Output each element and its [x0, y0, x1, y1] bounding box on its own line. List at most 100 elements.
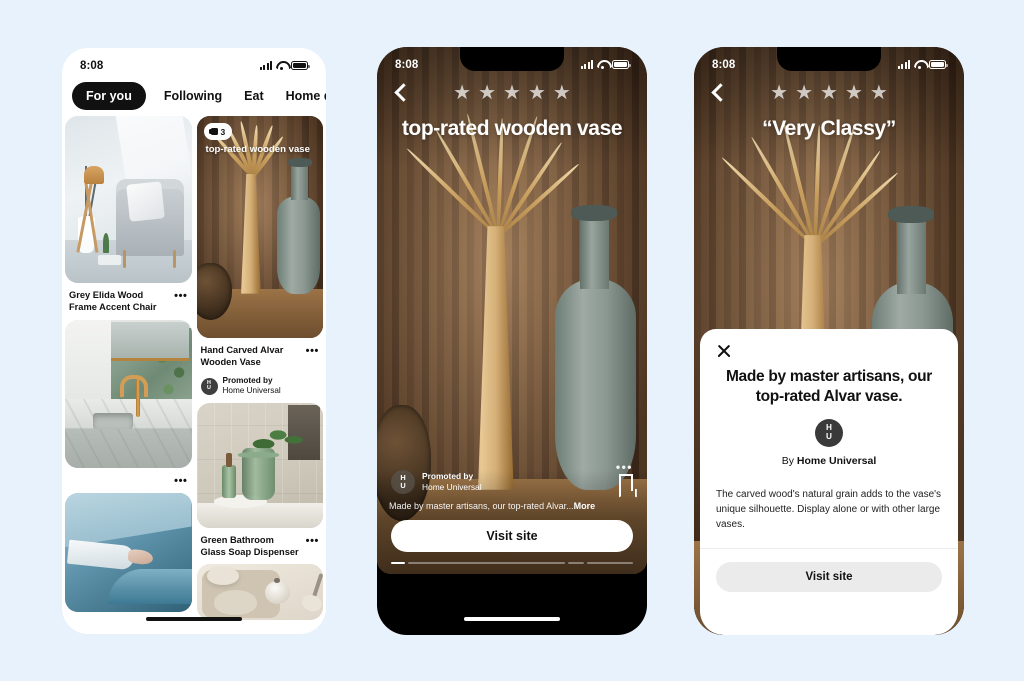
screenshot-stage: 8:08 For you Following Eat Home decor	[0, 0, 1024, 681]
product-detail-card[interactable]: Made by master artisans, our top-rated A…	[700, 329, 958, 635]
pin-card[interactable]	[196, 564, 323, 621]
pin-image-blue-pool[interactable]	[65, 492, 192, 612]
star-icon: ★	[795, 82, 814, 104]
battery-icon	[612, 60, 631, 69]
status-bar-phone2: 8:08	[377, 47, 647, 79]
home-indicator	[464, 617, 560, 621]
detail-title: Made by master artisans, our top-rated A…	[725, 368, 933, 405]
pin-image-marble-sink[interactable]	[65, 319, 192, 468]
feed-tab-bar[interactable]: For you Following Eat Home decor	[62, 78, 326, 114]
pin-feed-grid[interactable]: Grey Elida Wood Frame Accent Chair ••• •…	[62, 116, 326, 634]
star-icon: ★	[820, 82, 838, 104]
promoted-label: Promoted by	[222, 375, 273, 385]
status-icons	[581, 57, 631, 70]
progress-segment[interactable]	[568, 562, 584, 564]
pin-card-promoted[interactable]: 3 top-rated wooden vase Hand Carved Alva…	[196, 116, 324, 397]
promoted-text: Promoted by Home Universal	[223, 376, 281, 397]
pin-meta: Hand Carved Alvar Wooden Vase •••	[197, 338, 324, 369]
avatar-initial-2: U	[207, 385, 211, 392]
pin-meta: Green Bathroom Glass Soap Dispenser •••	[197, 528, 324, 559]
star-icon: ★	[770, 82, 789, 104]
pin-overflow-icon[interactable]: •••	[174, 289, 187, 302]
detail-screen: ★ ★ ★ ★ ★ “Very Classy” Made by master a…	[694, 47, 964, 635]
promoted-by-row[interactable]: H U Promoted by Home Universal	[197, 369, 324, 397]
story-ad-detail[interactable]: ★ ★ ★ ★ ★ “Very Classy” Made by master a…	[694, 47, 964, 635]
status-time: 8:08	[712, 58, 736, 71]
detail-description: The carved wood's natural grain adds to …	[716, 488, 942, 531]
star-icon: ★	[453, 82, 472, 104]
status-time: 8:08	[80, 59, 104, 72]
story-ad[interactable]: ★ ★ ★ ★ ★ top-rated wooden vase ••• H U	[377, 47, 647, 574]
avatar-initial-2: U	[400, 481, 406, 490]
pin-overflow-icon[interactable]: •••	[174, 474, 187, 487]
close-icon[interactable]	[716, 343, 732, 359]
tab-for-you[interactable]: For you	[72, 82, 146, 110]
phone-1-feed: 8:08 For you Following Eat Home decor	[62, 48, 326, 634]
progress-segment-active[interactable]	[391, 562, 405, 564]
byline-brand: Home Universal	[796, 454, 877, 467]
pin-overflow-icon[interactable]: •••	[306, 344, 319, 357]
star-icon: ★	[552, 82, 571, 104]
battery-icon	[929, 60, 948, 69]
divider	[700, 548, 958, 550]
pin-image-accent-chair[interactable]	[65, 116, 192, 283]
pin-title: Hand Carved Alvar Wooden Vase	[200, 345, 284, 368]
star-rating: ★ ★ ★ ★ ★	[377, 83, 647, 103]
star-rating: ★ ★ ★ ★ ★	[694, 83, 964, 103]
story-headline: top-rated wooden vase	[401, 117, 623, 140]
star-icon: ★	[478, 82, 497, 104]
carousel-count: 3	[220, 126, 226, 137]
story-brand-row[interactable]: H U Promoted by Home Universal	[377, 470, 647, 494]
caption-more-link[interactable]: More	[574, 501, 596, 511]
pin-image-ceramics[interactable]	[196, 564, 323, 621]
story-progress-bar[interactable]	[377, 552, 647, 566]
pin-image-wooden-vase[interactable]: 3 top-rated wooden vase	[196, 116, 323, 338]
pin-card[interactable]: Grey Elida Wood Frame Accent Chair •••	[65, 116, 192, 314]
status-time: 8:08	[395, 58, 419, 71]
stack-icon	[208, 127, 218, 136]
feed-column-left: Grey Elida Wood Frame Accent Chair ••• •…	[65, 116, 192, 634]
pin-title: Green Bathroom Glass Soap Dispenser	[200, 534, 299, 558]
progress-segment[interactable]	[408, 562, 565, 564]
star-icon: ★	[869, 82, 888, 104]
story-overflow-icon[interactable]: •••	[616, 460, 633, 474]
cellular-icon	[581, 60, 593, 69]
promoted-text: Promoted by Home Universal	[422, 471, 482, 493]
pin-image-soap-dispenser[interactable]	[196, 402, 323, 528]
tab-home-decor[interactable]: Home decor	[282, 83, 326, 109]
progress-segment[interactable]	[587, 562, 633, 564]
promoted-brand: Home Universal	[422, 482, 482, 492]
pin-title: Grey Elida Wood Frame Accent Chair	[69, 290, 157, 313]
promoted-by-row[interactable]: H U Promoted by Home Universal	[391, 470, 482, 494]
story-caption[interactable]: Made by master artisans, our top-rated A…	[377, 494, 647, 511]
promoted-brand: Home Universal	[222, 386, 281, 396]
visit-site-button[interactable]: Visit site	[716, 562, 942, 593]
visit-site-button[interactable]: Visit site	[391, 520, 633, 552]
story-footer: H U Promoted by Home Universal Made by m…	[377, 470, 647, 574]
bookmark-icon[interactable]	[619, 473, 633, 491]
star-icon: ★	[527, 82, 546, 104]
phone-2-story-ad: ★ ★ ★ ★ ★ top-rated wooden vase ••• H U	[377, 47, 647, 635]
pin-card[interactable]	[65, 492, 192, 612]
wifi-icon	[276, 61, 287, 71]
pin-card[interactable]: Green Bathroom Glass Soap Dispenser •••	[196, 402, 324, 559]
detail-byline: By Home Universal	[716, 455, 942, 467]
avatar: H U	[200, 377, 218, 395]
battery-icon	[291, 61, 310, 70]
pin-meta: •••	[65, 468, 192, 487]
star-icon: ★	[503, 82, 521, 104]
phone-3-detail-card: ★ ★ ★ ★ ★ “Very Classy” Made by master a…	[694, 47, 964, 635]
tab-eat[interactable]: Eat	[240, 83, 267, 109]
star-icon: ★	[844, 82, 863, 104]
status-icons	[260, 58, 310, 71]
wifi-icon	[914, 60, 925, 70]
pin-card[interactable]: •••	[65, 319, 192, 487]
cellular-icon	[898, 60, 910, 69]
tab-following[interactable]: Following	[160, 83, 226, 109]
status-bar-phone1: 8:08	[62, 48, 326, 80]
promoted-label: Promoted by	[422, 470, 474, 481]
wifi-icon	[597, 60, 608, 70]
pin-overflow-icon[interactable]: •••	[306, 534, 319, 547]
feed-column-right: 3 top-rated wooden vase Hand Carved Alva…	[196, 116, 324, 634]
avatar: H U	[815, 418, 843, 447]
